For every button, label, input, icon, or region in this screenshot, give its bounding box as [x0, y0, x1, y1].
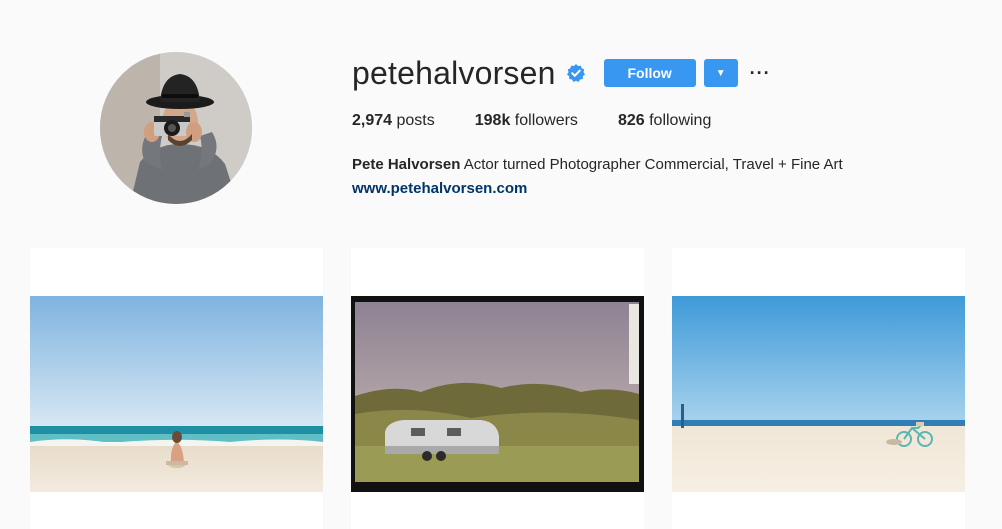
- post-thumbnail[interactable]: [351, 248, 644, 529]
- posts-grid: [30, 248, 965, 529]
- profile-title-row: petehalvorsen Follow ▼ ···: [352, 54, 771, 92]
- profile-username: petehalvorsen: [352, 54, 556, 91]
- posts-count: 2,974: [352, 112, 393, 129]
- avatar-photo: [100, 52, 252, 204]
- profile-info: petehalvorsen Follow ▼ ···: [352, 54, 771, 92]
- profile-bio: Pete Halvorsen Actor turned Photographer…: [352, 153, 843, 201]
- verified-badge-icon: [566, 63, 586, 83]
- following-label: following: [649, 112, 712, 129]
- profile-stats: 2,974 posts 198k followers 826 following: [352, 112, 751, 130]
- bio-line: Pete Halvorsen Actor turned Photographer…: [352, 153, 843, 177]
- followers-count: 198k: [474, 112, 511, 129]
- stat-following[interactable]: 826 following: [618, 112, 711, 130]
- stat-posts: 2,974 posts: [352, 112, 435, 130]
- chevron-down-icon[interactable]: ▼: [703, 59, 738, 87]
- post-thumbnail[interactable]: [30, 248, 323, 529]
- profile-full-name: Pete Halvorsen: [352, 156, 461, 173]
- following-count: 826: [617, 112, 645, 129]
- profile-avatar[interactable]: [100, 52, 252, 204]
- post-image-airstream: [351, 296, 644, 492]
- posts-label: posts: [396, 112, 435, 129]
- post-image-beach: [30, 296, 323, 492]
- post-thumbnail[interactable]: [672, 248, 965, 529]
- more-options-icon[interactable]: ···: [750, 64, 771, 82]
- followers-label: followers: [514, 112, 578, 129]
- follow-button[interactable]: Follow: [603, 59, 696, 87]
- bio-text: Actor turned Photographer Commercial, Tr…: [460, 156, 843, 173]
- post-image-bicycle-beach: [672, 296, 965, 492]
- profile-header: petehalvorsen Follow ▼ ··· 2,974 posts 1…: [0, 0, 1002, 230]
- profile-website-link[interactable]: www.petehalvorsen.com: [352, 180, 527, 197]
- stat-followers[interactable]: 198k followers: [475, 112, 578, 130]
